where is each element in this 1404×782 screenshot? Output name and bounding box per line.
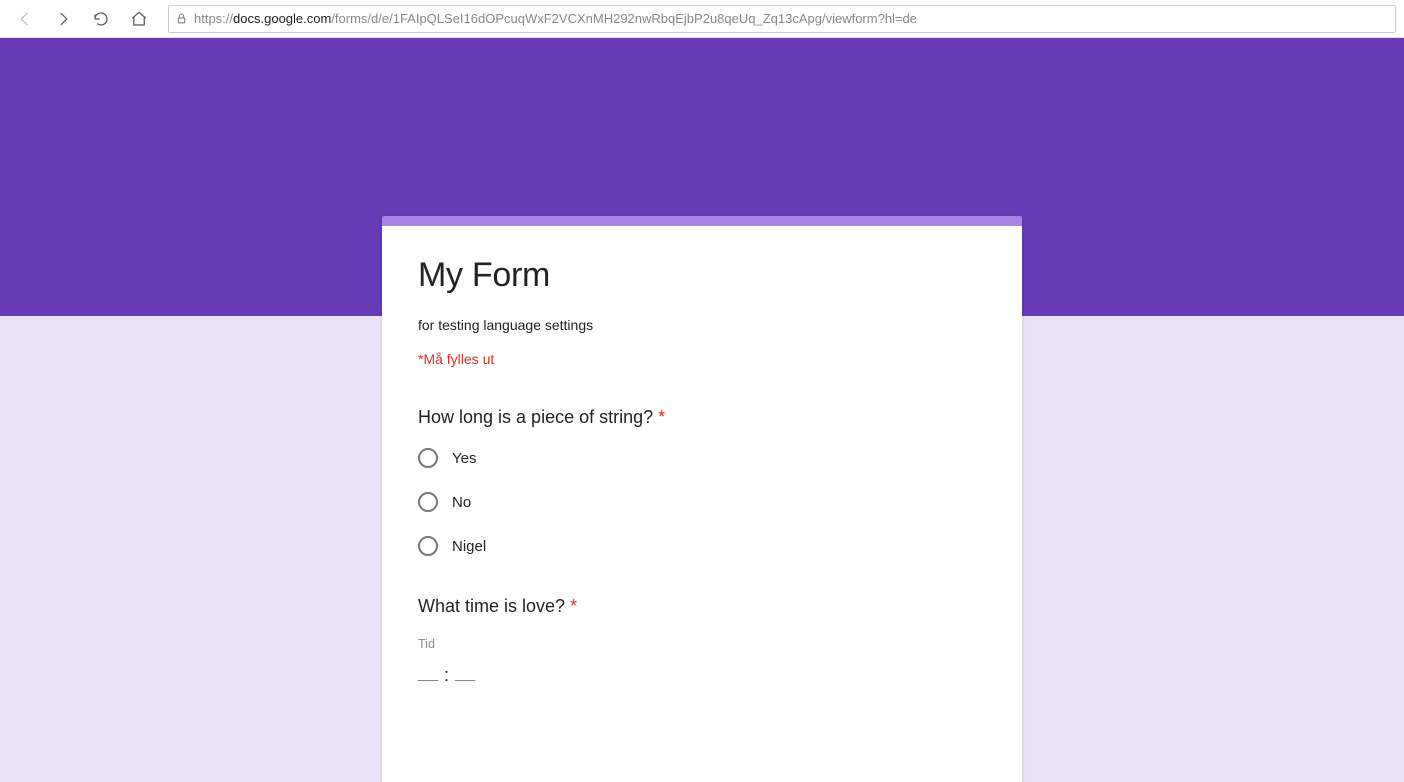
forward-button[interactable]: [46, 2, 80, 36]
time-minutes-input[interactable]: [455, 661, 475, 681]
question-time: What time is love? * Tid :: [418, 596, 986, 686]
time-hours-input[interactable]: [418, 661, 438, 681]
option-label: No: [452, 494, 471, 511]
question-string: How long is a piece of string? * Yes No …: [418, 407, 986, 556]
question-label: How long is a piece of string? *: [418, 407, 986, 428]
option-label: Yes: [452, 450, 476, 467]
radio-option-yes[interactable]: Yes: [418, 448, 986, 468]
browser-toolbar: https://docs.google.com/forms/d/e/1FAIpQ…: [0, 0, 1404, 38]
home-button[interactable]: [122, 2, 156, 36]
option-label: Nigel: [452, 538, 486, 555]
back-button[interactable]: [8, 2, 42, 36]
required-asterisk: *: [658, 407, 665, 427]
time-separator: :: [444, 665, 449, 686]
radio-icon: [418, 536, 438, 556]
url-text: https://docs.google.com/forms/d/e/1FAIpQ…: [194, 11, 1389, 26]
form-title: My Form: [418, 256, 986, 295]
radio-icon: [418, 492, 438, 512]
radio-icon: [418, 448, 438, 468]
radio-option-nigel[interactable]: Nigel: [418, 536, 986, 556]
time-field-label: Tid: [418, 637, 986, 651]
address-bar[interactable]: https://docs.google.com/forms/d/e/1FAIpQ…: [168, 5, 1396, 33]
required-asterisk: *: [570, 596, 577, 616]
question-label: What time is love? *: [418, 596, 986, 617]
lock-icon: [175, 12, 188, 25]
page-viewport: My Form for testing language settings *M…: [0, 38, 1404, 782]
required-legend: *Må fylles ut: [418, 351, 986, 367]
form-card: My Form for testing language settings *M…: [382, 216, 1022, 782]
form-description: for testing language settings: [418, 317, 986, 333]
time-input[interactable]: :: [418, 661, 986, 686]
radio-option-no[interactable]: No: [418, 492, 986, 512]
refresh-button[interactable]: [84, 2, 118, 36]
